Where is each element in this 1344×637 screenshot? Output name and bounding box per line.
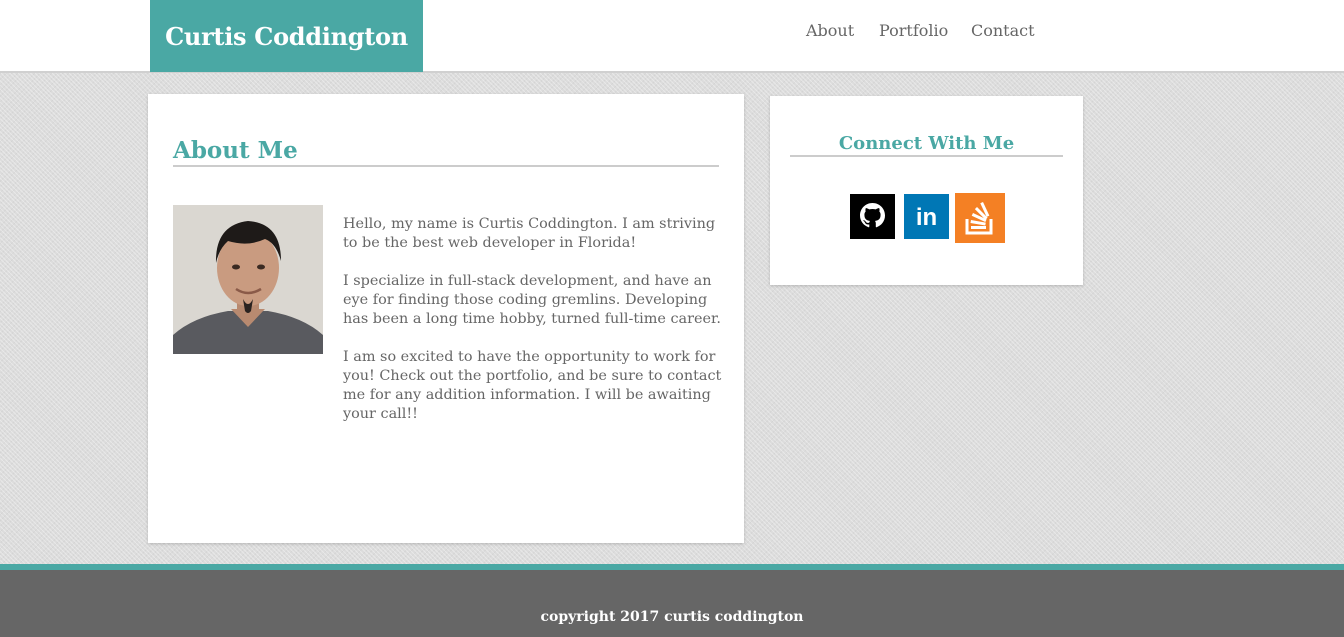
about-card: About Me Hello, my name is Curtis Coddin… <box>148 94 744 543</box>
main-nav: About Portfolio Contact <box>0 20 1344 42</box>
about-paragraph: I am so excited to have the opportunity … <box>343 349 722 422</box>
about-text: Hello, my name is Curtis Coddington. I a… <box>203 215 728 443</box>
copyright-text: copyright 2017 curtis coddington <box>540 609 804 625</box>
linkedin-link[interactable]: in <box>904 194 949 243</box>
stackoverflow-icon <box>955 193 1005 243</box>
about-paragraph: Hello, my name is Curtis Coddington. I a… <box>343 216 716 251</box>
connect-card: Connect With Me in <box>770 96 1083 285</box>
connect-title: Connect With Me <box>790 133 1063 157</box>
stackoverflow-link[interactable] <box>955 193 1005 247</box>
github-icon <box>850 194 895 239</box>
linkedin-icon: in <box>904 194 949 239</box>
github-link[interactable] <box>850 194 895 243</box>
nav-portfolio[interactable]: Portfolio <box>879 20 948 42</box>
about-title: About Me <box>173 137 719 167</box>
nav-contact[interactable]: Contact <box>971 20 1035 42</box>
nav-about[interactable]: About <box>806 20 854 42</box>
svg-text:in: in <box>916 204 937 231</box>
about-paragraph: I specialize in full-stack development, … <box>343 273 721 327</box>
site-header: Curtis Coddington About Portfolio Contac… <box>0 0 1344 73</box>
site-footer: copyright 2017 curtis coddington <box>0 570 1344 637</box>
